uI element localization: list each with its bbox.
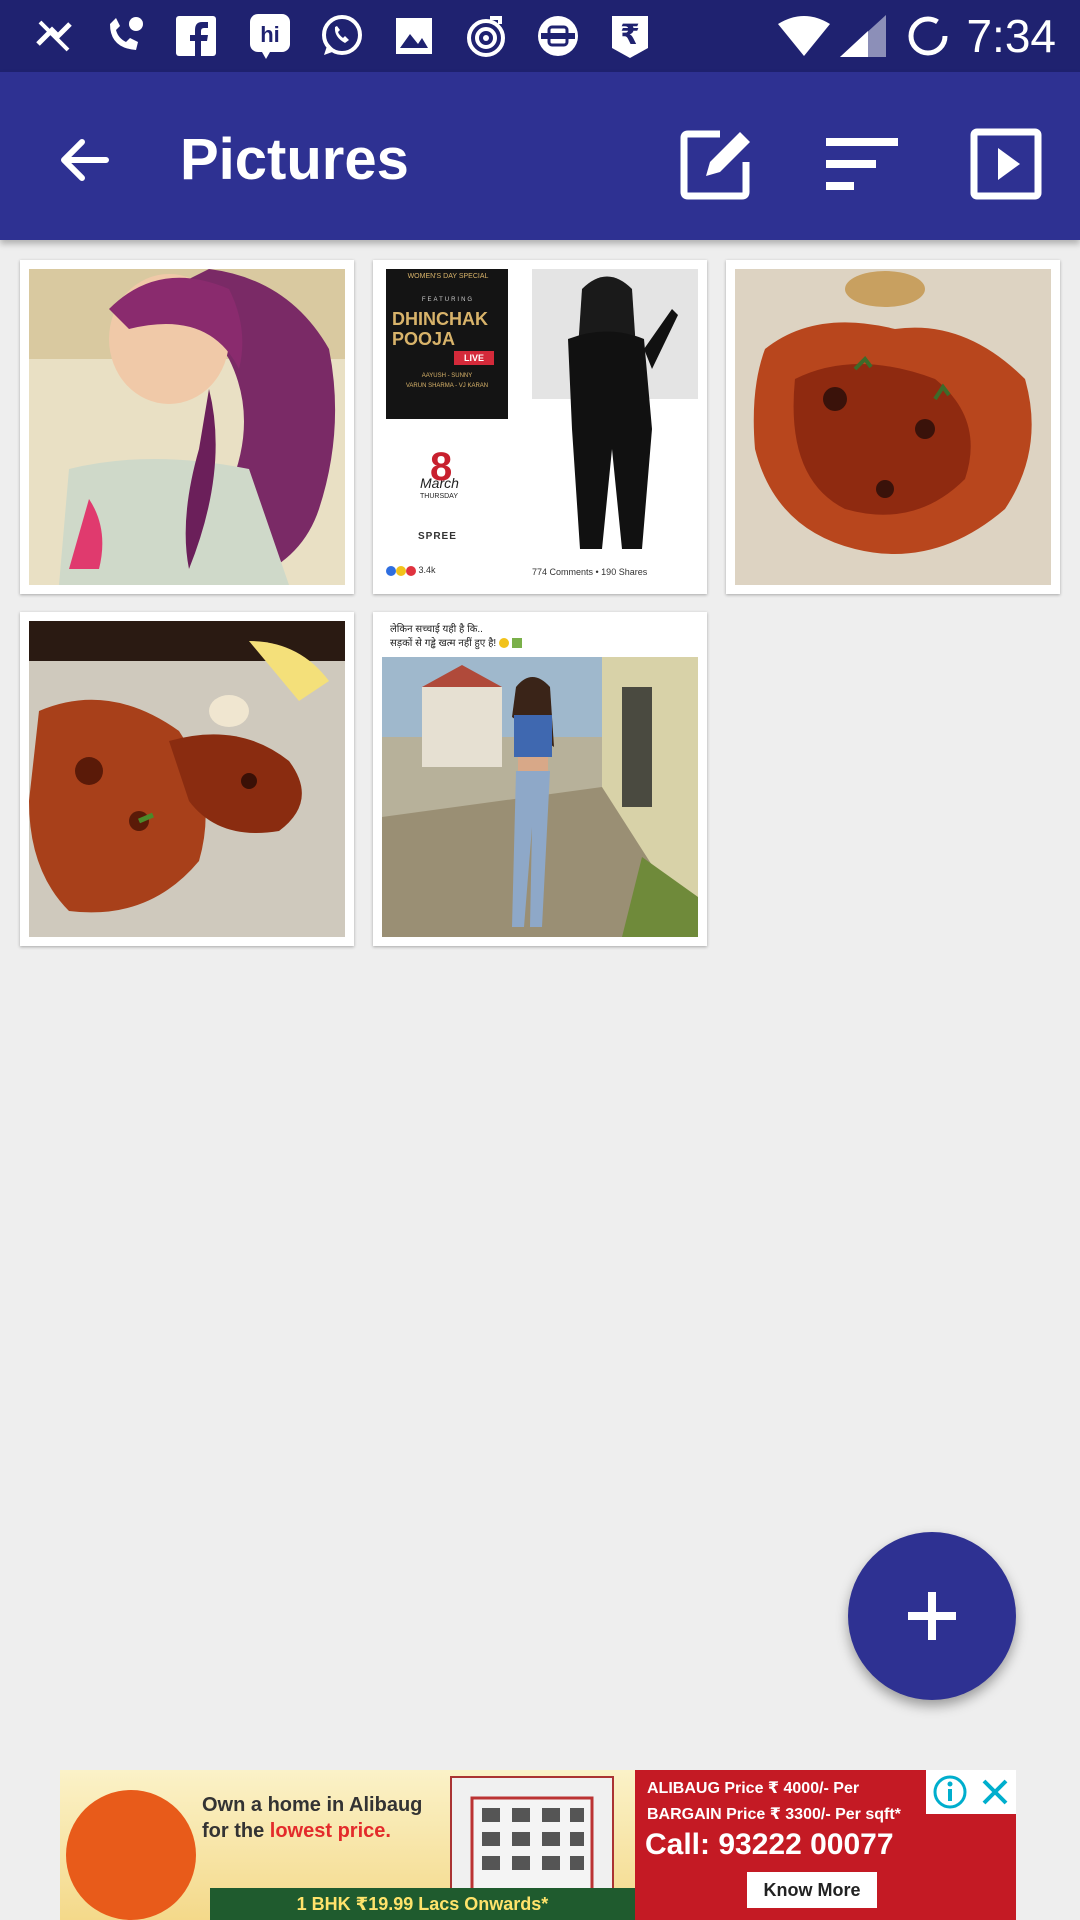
- picture-tile-4[interactable]: [20, 612, 354, 946]
- ad-subheadline-highlight: lowest price.: [269, 1820, 391, 1842]
- poster-acts-2: VARUN SHARMA - VJ KARAN: [405, 383, 489, 389]
- poster-weekday: THURSDAY: [420, 493, 458, 500]
- facebook-icon: [172, 12, 220, 60]
- ad-bottom-strip: 1 BHK ₹19.99 Lacs Onwards*: [210, 1888, 635, 1920]
- poster-badge: WOMEN'S DAY SPECIAL: [407, 273, 489, 280]
- poster-acts-1: AAYUSH - SUNNY: [421, 373, 473, 379]
- poster-comments: 774 Comments • 190 Shares: [532, 567, 648, 577]
- selfie-photo: [29, 269, 345, 585]
- event-poster: WOMEN'S DAY SPECIAL FEATURING DHINCHAK P…: [382, 269, 698, 585]
- slideshow-button[interactable]: [958, 116, 1054, 212]
- hike-icon: hi: [246, 12, 294, 60]
- wifi-icon: [776, 12, 832, 60]
- sort-button[interactable]: [814, 116, 910, 212]
- ad-info-icon[interactable]: [932, 1774, 968, 1810]
- app-bar: Pictures: [0, 72, 1080, 240]
- arrow-back-icon: [61, 139, 109, 181]
- music-icon: [462, 12, 510, 60]
- transport-icon: [534, 12, 582, 60]
- ad-banner[interactable]: Own a home in Alibaug for the lowest pri…: [60, 1770, 1016, 1920]
- food-photo-2: [29, 621, 345, 937]
- poster-reactions: 3.4k: [386, 565, 436, 576]
- poster-month: March: [420, 475, 459, 491]
- meme-line-1: लेकिन सच्चाई यही है कि..: [390, 624, 483, 635]
- poster-title-1: DHINCHAK: [392, 309, 488, 329]
- status-bar: hi ₹ 7:34: [0, 0, 1080, 72]
- poster-live: LIVE: [454, 351, 494, 365]
- rupee-icon: ₹: [606, 12, 654, 60]
- ad-headline: Own a home in Alibaug: [202, 1794, 423, 1816]
- ad-call: Call: 93222 00077: [645, 1828, 894, 1861]
- add-picture-button[interactable]: [848, 1532, 1016, 1700]
- like-reaction-icon: [386, 565, 396, 576]
- ad-know-more-button[interactable]: Know More: [747, 1872, 877, 1908]
- slideshow-icon: [970, 128, 1042, 200]
- poster-reaction-count: 3.4k: [418, 565, 436, 575]
- edit-icon: [680, 130, 750, 200]
- add-icon: [908, 1592, 956, 1640]
- poster-featuring: FEATURING: [421, 297, 475, 303]
- phone-icon: [100, 12, 148, 60]
- picture-tile-3[interactable]: [726, 260, 1060, 594]
- ad-controls: [926, 1770, 1016, 1814]
- ad-subheadline: for the lowest price.: [202, 1820, 391, 1843]
- signal-icon: [838, 12, 890, 60]
- laugh-reaction-icon: [396, 565, 406, 576]
- missed-call-icon: [30, 12, 78, 60]
- meme-line-2-text: सड़कों से गड्ढे खत्म नहीं हुए है!: [390, 638, 497, 649]
- edit-button[interactable]: [668, 116, 764, 212]
- food-photo: [735, 269, 1051, 585]
- status-time: 7:34: [966, 10, 1056, 62]
- meme-line-2: सड़कों से गड्ढे खत्म नहीं हुए है!: [390, 635, 522, 649]
- svg-text:₹: ₹: [620, 18, 639, 51]
- ad-close-icon[interactable]: [979, 1776, 1011, 1808]
- ad-logo: [66, 1790, 196, 1920]
- picture-tile-2[interactable]: WOMEN'S DAY SPECIAL FEATURING DHINCHAK P…: [373, 260, 707, 594]
- emoji-heart-eyes-icon: [499, 638, 509, 649]
- picture-tile-5[interactable]: लेकिन सच्चाई यही है कि.. सड़कों से गड्ढे…: [373, 612, 707, 946]
- emoji-road-icon: [511, 638, 522, 649]
- svg-text:hi: hi: [260, 22, 280, 47]
- back-button[interactable]: [40, 116, 128, 204]
- whatsapp-icon: [318, 12, 366, 60]
- sort-icon: [826, 138, 898, 190]
- poster-venue: SPREE: [418, 531, 457, 542]
- gallery-icon: [390, 12, 438, 60]
- ad-price-2: BARGAIN Price ₹ 3300/- Per sqft*: [647, 1806, 901, 1823]
- sync-icon: [904, 12, 952, 60]
- page-title: Pictures: [180, 127, 409, 192]
- love-reaction-icon: [406, 565, 416, 576]
- poster-title-2: POOJA: [392, 329, 456, 349]
- meme-photo: लेकिन सच्चाई यही है कि.. सड़कों से गड्ढे…: [382, 621, 698, 937]
- picture-tile-1[interactable]: [20, 260, 354, 594]
- ad-price-1: ALIBAUG Price ₹ 4000/- Per: [647, 1780, 860, 1797]
- ad-building-image: [450, 1776, 614, 1892]
- ad-subheadline-prefix: for the: [202, 1820, 270, 1842]
